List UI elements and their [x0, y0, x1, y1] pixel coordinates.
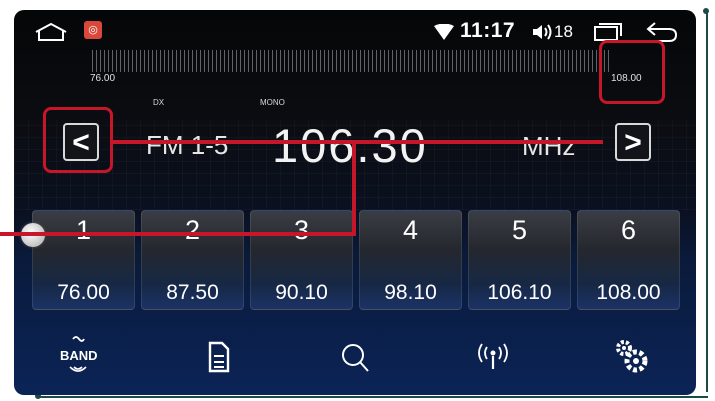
preset-frequency: 98.10 — [384, 281, 437, 304]
dx-indicator: DX — [153, 98, 165, 107]
preset-button-5[interactable]: 5 106.10 — [468, 210, 571, 310]
seek-next-button[interactable]: > — [615, 123, 651, 161]
status-bar: ◎ 11:17 18 — [14, 10, 696, 50]
preset-frequency: 90.10 — [275, 281, 328, 304]
preset-button-1[interactable]: 1 76.00 — [32, 210, 135, 310]
mono-indicator: MONO — [260, 98, 285, 107]
preset-button-6[interactable]: 6 108.00 — [577, 210, 680, 310]
frame-line — [706, 12, 708, 392]
frequency-display: 106.30 — [272, 119, 428, 172]
preset-number: 6 — [620, 215, 637, 245]
preset-button-3[interactable]: 3 90.10 — [250, 210, 353, 310]
wifi-icon — [434, 24, 454, 40]
clock: 11:17 — [460, 19, 516, 42]
preset-frequency: 87.50 — [166, 281, 219, 304]
preset-number: 2 — [184, 215, 201, 245]
preset-button-2[interactable]: 2 87.50 — [141, 210, 244, 310]
band-button[interactable]: BAND — [44, 335, 104, 379]
volume-icon[interactable] — [531, 22, 555, 42]
preset-frequency: 108.00 — [596, 281, 661, 304]
recents-icon[interactable] — [593, 22, 623, 42]
frequency-unit: MHz — [522, 131, 576, 161]
frame-line — [38, 396, 708, 398]
callout-prev-box — [43, 107, 113, 173]
preset-number: 4 — [402, 215, 419, 245]
band-waves-icon — [69, 366, 87, 372]
preset-frequency: 106.10 — [487, 281, 552, 304]
band-label: FM 1-5 — [146, 130, 229, 160]
callout-line — [0, 232, 356, 236]
radio-app-icon[interactable]: ◎ — [84, 21, 102, 39]
preset-number: 1 — [75, 215, 92, 245]
preset-frequency: 76.00 — [57, 281, 110, 304]
list-icon[interactable] — [188, 335, 248, 379]
preset-number: 5 — [511, 215, 528, 245]
callout-line — [113, 140, 603, 144]
frame-dot — [703, 8, 709, 14]
preset-number: 3 — [293, 215, 310, 245]
callout-line — [352, 140, 356, 236]
band-button-label: BAND — [60, 348, 98, 363]
home-icon[interactable] — [34, 22, 68, 42]
tuner-scale[interactable] — [92, 50, 612, 72]
scale-min-label: 76.00 — [90, 73, 116, 84]
preset-button-4[interactable]: 4 98.10 — [359, 210, 462, 310]
volume-level: 18 — [554, 22, 573, 41]
callout-max-box — [599, 40, 665, 104]
antenna-icon[interactable] — [463, 335, 523, 379]
search-icon[interactable] — [325, 335, 385, 379]
band-tilde-icon — [72, 336, 85, 342]
settings-icon[interactable] — [600, 335, 660, 379]
